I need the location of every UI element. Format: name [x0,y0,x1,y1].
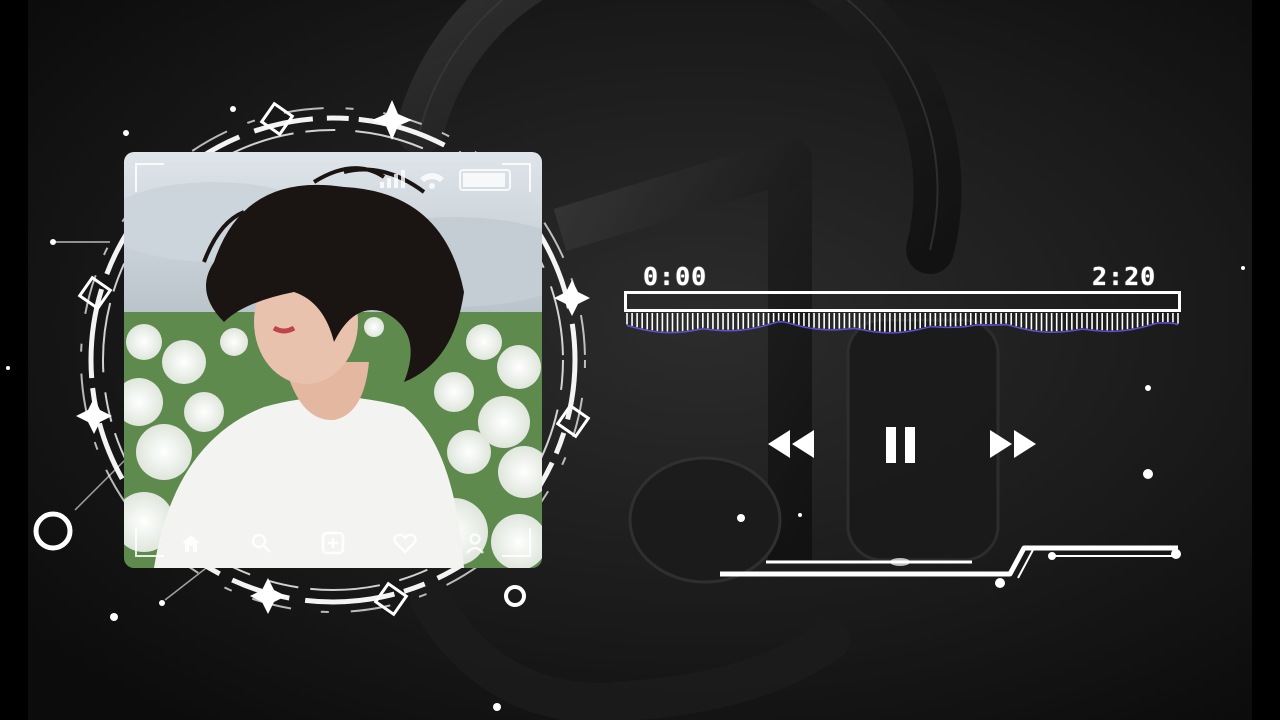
music-visualizer-screen: 0:00 2:20 [0,0,1280,720]
decorative-line-bar [720,545,1181,579]
